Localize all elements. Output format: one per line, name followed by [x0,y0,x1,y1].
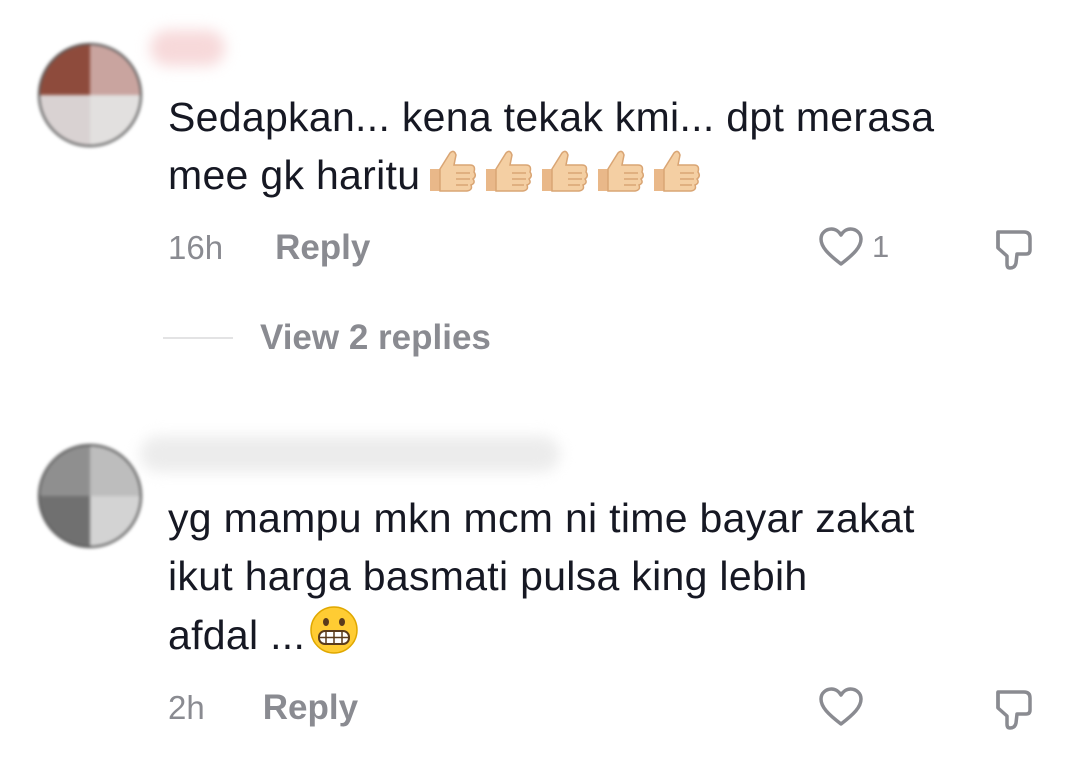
divider-line [163,337,233,339]
username-redacted[interactable] [150,30,225,66]
reply-button[interactable]: Reply [263,688,358,728]
comment-time: 2h [168,689,205,726]
comment-text: Sedapkan... kena tekak kmi... dpt merasa… [168,88,1048,204]
emoji-group [309,605,359,655]
comment-time: 16h [168,229,224,266]
comment-body: yg mampu mkn mcm ni time bayar zakat iku… [168,495,915,658]
heart-icon [819,227,863,266]
avatar[interactable] [38,43,142,147]
reply-button[interactable]: Reply [275,228,370,268]
thumbs-up-emoji-icon [486,150,533,192]
like-count: 1 [872,229,890,264]
heart-icon [819,687,863,726]
view-replies-label: View 2 replies [260,318,491,357]
grinning-face-emoji-icon [310,606,358,654]
thumbs-up-emoji-icon [430,150,477,192]
thumbs-up-emoji-icon [654,150,701,192]
view-replies-button[interactable]: View 2 replies [163,318,491,358]
avatar[interactable] [38,444,142,548]
comment-meta: 2h Reply [168,686,358,730]
thumbs-up-emoji-icon [542,150,589,192]
dislike-icon[interactable] [990,686,1036,732]
emoji-group [424,147,702,195]
thumbs-up-emoji-icon [598,150,645,192]
like-button[interactable] [818,686,864,728]
username-redacted[interactable] [140,436,560,472]
comment-meta: 16h Reply [168,226,370,270]
like-button[interactable]: 1 [818,226,889,268]
comment-text: yg mampu mkn mcm ni time bayar zakat iku… [168,489,1048,664]
dislike-icon[interactable] [990,226,1036,272]
